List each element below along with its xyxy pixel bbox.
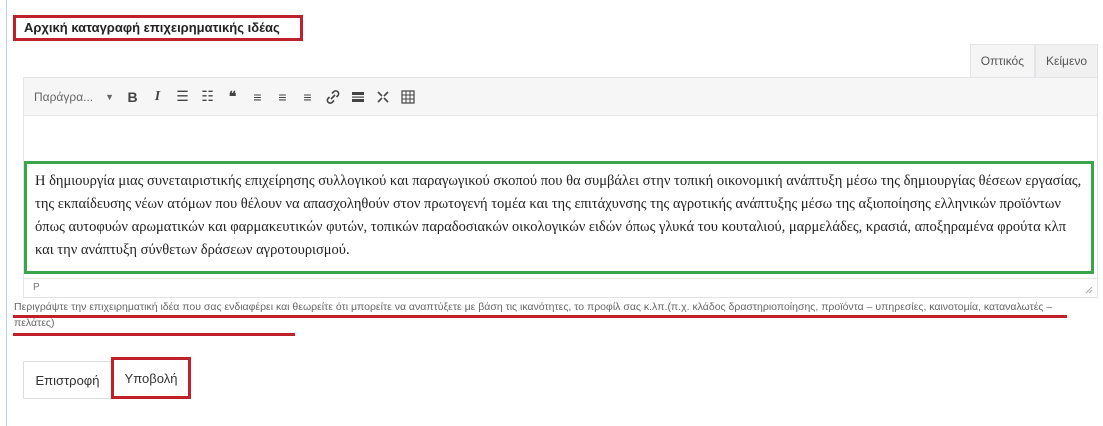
red-underline — [13, 333, 295, 336]
link-icon[interactable] — [321, 85, 344, 108]
red-underline — [13, 315, 1067, 318]
italic-icon[interactable]: I — [146, 85, 169, 108]
rich-text-editor: Οπτικός Κείμενο Παράγρα... ▼ B I ☰ ☷ ❝ ≡… — [23, 44, 1098, 298]
align-left-icon[interactable]: ≡ — [246, 85, 269, 108]
bold-icon[interactable]: B — [121, 85, 144, 108]
read-more-icon[interactable] — [346, 85, 369, 108]
tab-visual[interactable]: Οπτικός — [969, 44, 1036, 77]
bullet-list-icon[interactable]: ☰ — [171, 85, 194, 108]
editor-statusbar: P — [24, 278, 1097, 297]
numbered-list-icon[interactable]: ☷ — [196, 85, 219, 108]
editor-tabs: Οπτικός Κείμενο — [969, 44, 1098, 77]
align-center-icon[interactable]: ≡ — [271, 85, 294, 108]
editor-box: Παράγρα... ▼ B I ☰ ☷ ❝ ≡ ≡ ≡ Η δημιουργί… — [23, 77, 1098, 298]
resize-handle-icon[interactable] — [1085, 286, 1093, 294]
tab-text[interactable]: Κείμενο — [1035, 44, 1098, 77]
format-select-value: Παράγρα... — [34, 89, 94, 104]
field-title: Αρχική καταγραφή επιχειρηματικής ιδέας — [13, 15, 303, 41]
blockquote-icon[interactable]: ❝ — [221, 85, 244, 108]
toolbar-toggle-icon[interactable] — [396, 85, 419, 108]
fullscreen-icon[interactable] — [371, 85, 394, 108]
left-border — [6, 0, 7, 426]
editor-toolbar: Παράγρα... ▼ B I ☰ ☷ ❝ ≡ ≡ ≡ — [24, 78, 1097, 116]
chevron-down-icon: ▼ — [105, 91, 114, 102]
submit-button[interactable]: Υποβολή — [111, 357, 191, 399]
editor-content[interactable]: Η δημιουργία μιας συνεταιριστικής επιχεί… — [24, 161, 1094, 274]
back-button[interactable]: Επιστροφή — [23, 361, 111, 399]
format-select[interactable]: Παράγρα... ▼ — [34, 90, 114, 104]
element-path: P — [33, 282, 40, 293]
align-right-icon[interactable]: ≡ — [296, 85, 319, 108]
